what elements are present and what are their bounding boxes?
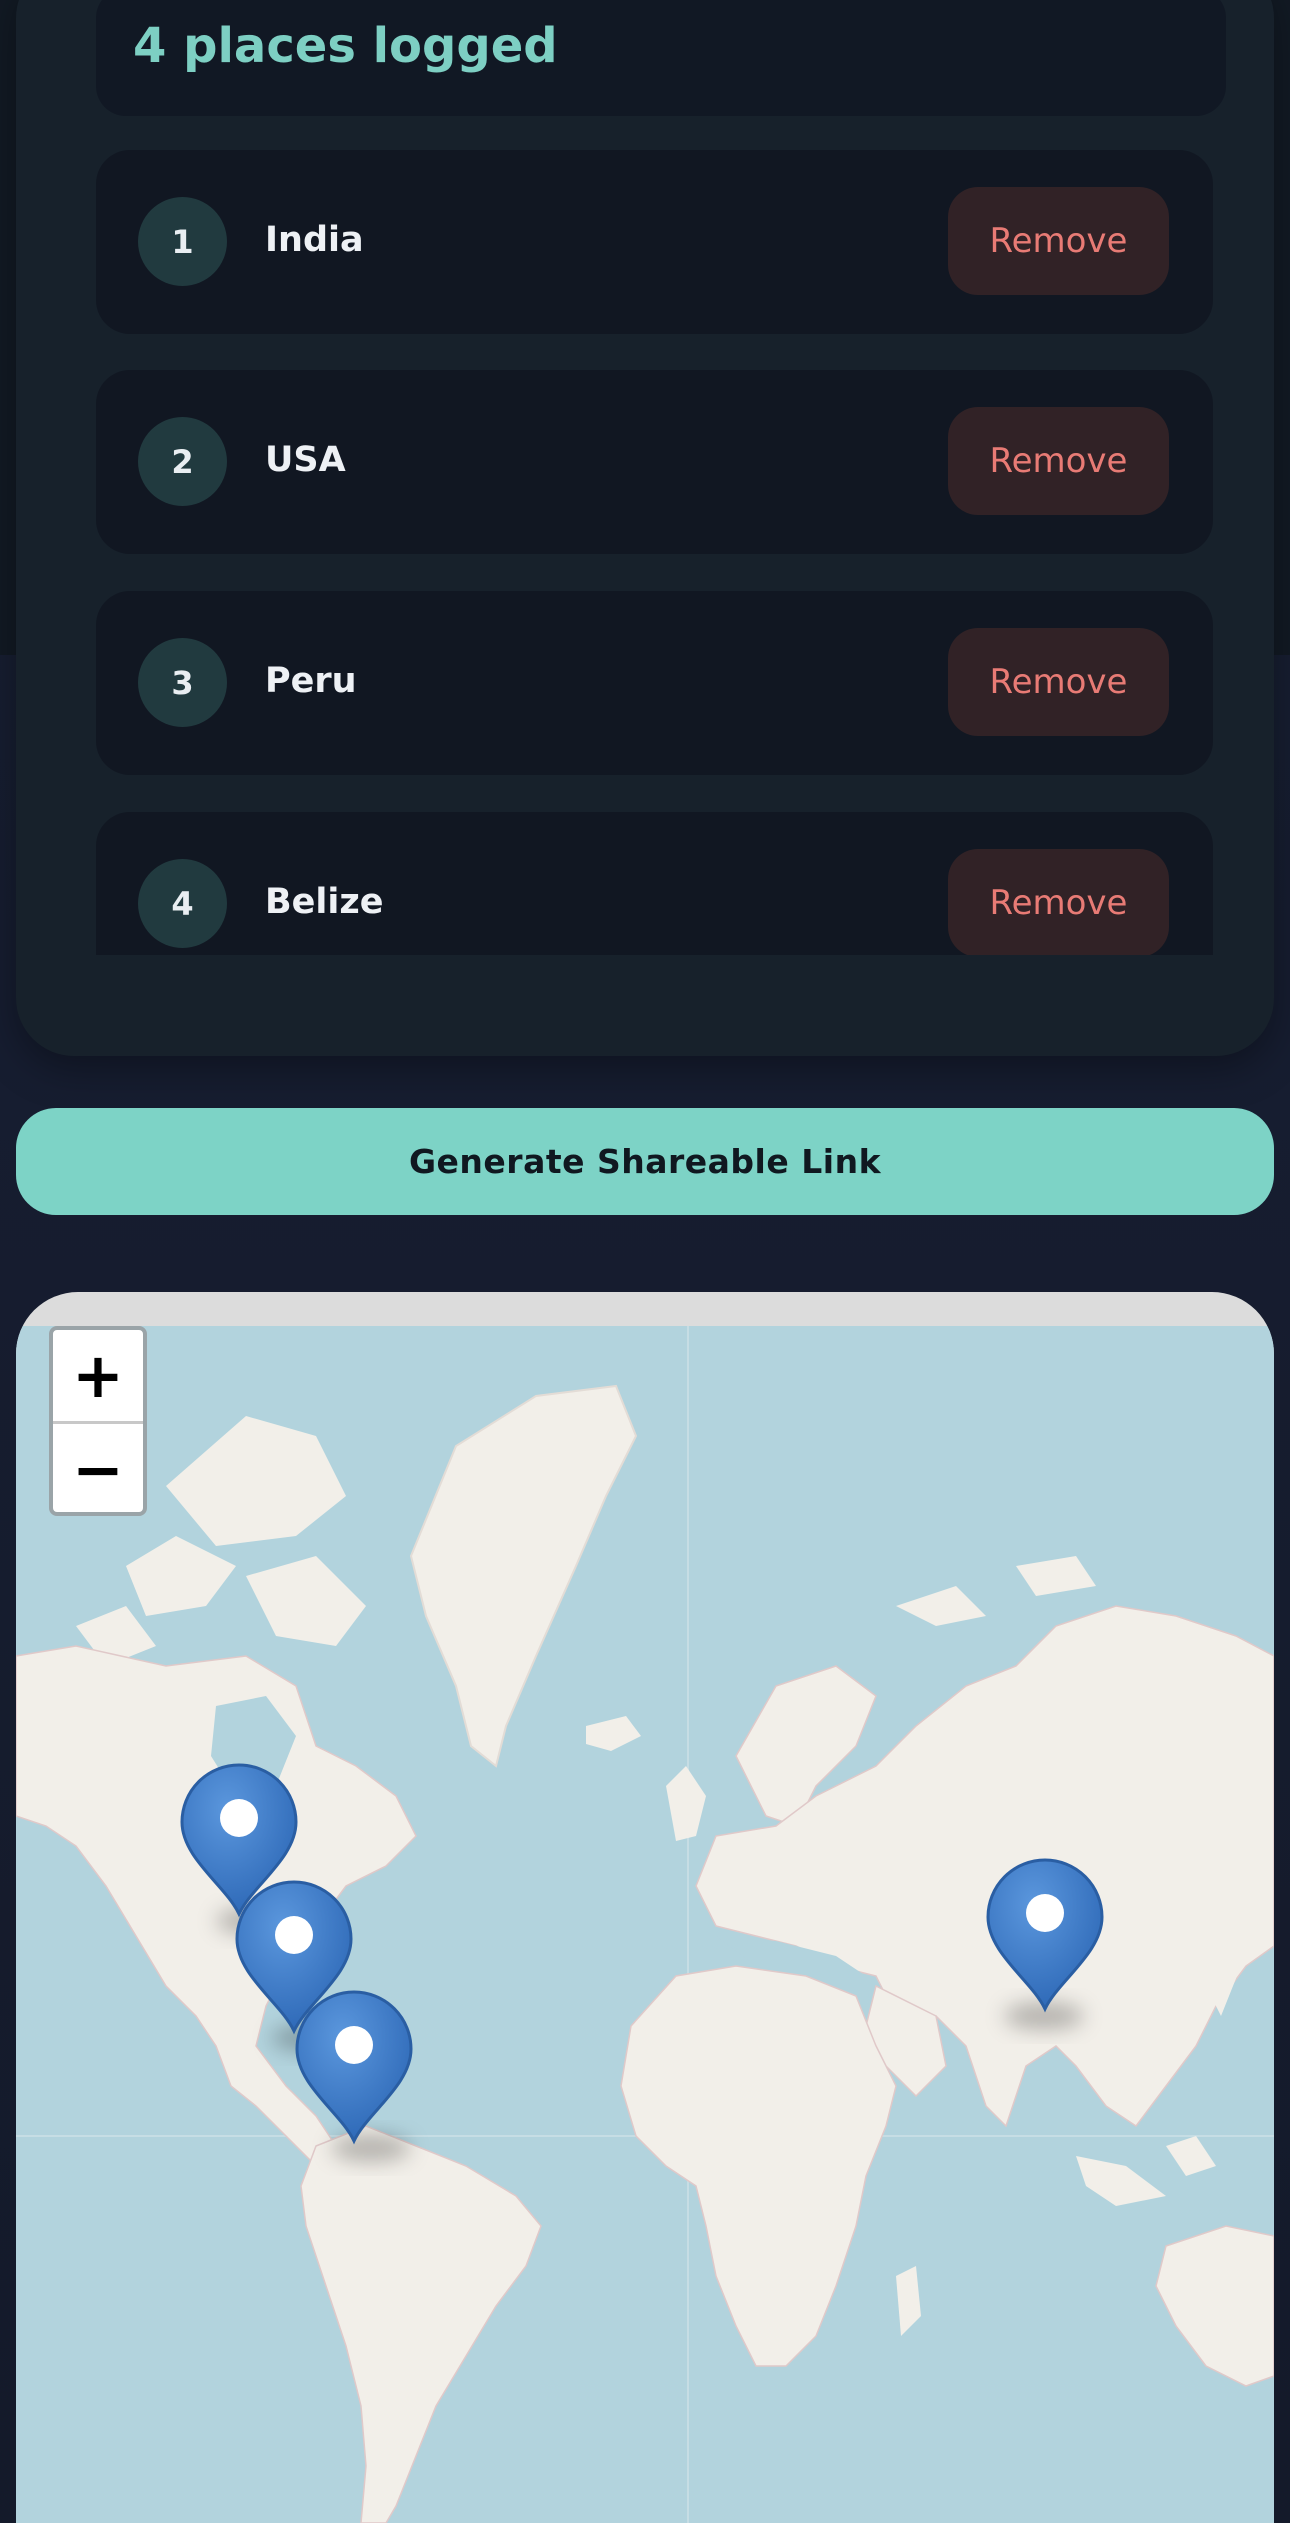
places-list[interactable]: 1 India Remove 2 USA Remove 3 Peru Remov… <box>96 150 1216 955</box>
place-number-badge: 3 <box>138 638 227 727</box>
places-count: 4 places logged <box>133 18 558 74</box>
zoom-out-button[interactable]: − <box>53 1424 143 1515</box>
place-name: Peru <box>265 661 357 701</box>
place-row: 4 Belize Remove <box>96 812 1213 955</box>
place-name: Belize <box>265 882 384 922</box>
place-row: 1 India Remove <box>96 150 1213 334</box>
page: 4 places logged 1 India Remove 2 USA Rem… <box>0 0 1290 2523</box>
place-row: 2 USA Remove <box>96 370 1213 554</box>
remove-place-button[interactable]: Remove <box>948 407 1169 515</box>
remove-place-button[interactable]: Remove <box>948 849 1169 955</box>
generate-link-button[interactable]: Generate Shareable Link <box>16 1108 1274 1215</box>
place-number-badge: 2 <box>138 417 227 506</box>
place-number-badge: 1 <box>138 197 227 286</box>
zoom-control: + − <box>49 1326 147 1516</box>
place-row: 3 Peru Remove <box>96 591 1213 775</box>
places-count-card: 4 places logged <box>96 0 1226 116</box>
world-map[interactable]: + − <box>16 1292 1274 2523</box>
place-name: USA <box>265 440 346 480</box>
map-tiles[interactable] <box>16 1326 1274 2523</box>
place-name: India <box>265 220 364 260</box>
remove-place-button[interactable]: Remove <box>948 187 1169 295</box>
place-number-badge: 4 <box>138 859 227 948</box>
remove-place-button[interactable]: Remove <box>948 628 1169 736</box>
places-panel: 4 places logged 1 India Remove 2 USA Rem… <box>16 0 1274 1056</box>
zoom-in-button[interactable]: + <box>53 1330 143 1421</box>
